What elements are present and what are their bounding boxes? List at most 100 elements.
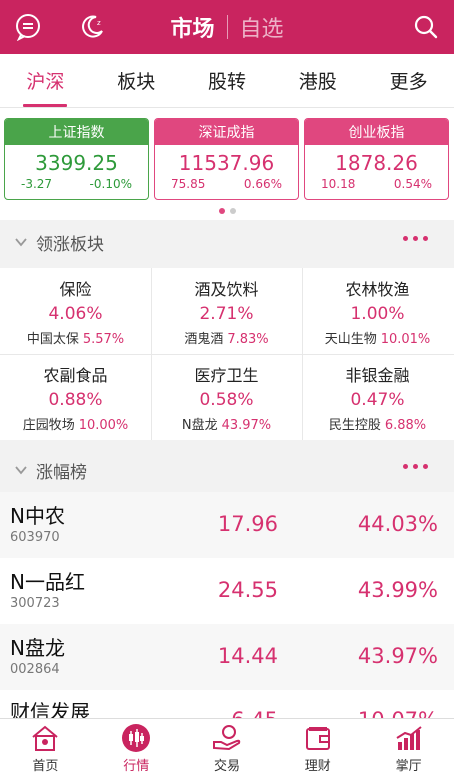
sector-pct: 2.71% [199,304,254,324]
sector-grid: 保险 4.06% 中国太保 5.57% 酒及饮料 2.71% 酒鬼酒 7.83% 农… [0,268,454,440]
stock-pct: 43.97% [357,644,438,668]
stock-pct: 43.99% [357,578,438,602]
nav-label: 行情 [123,759,150,774]
watchlist-title[interactable]: 自选 [228,11,296,43]
lead-stock: 中国太保 [26,332,79,347]
stock-price: 6.45 [231,708,278,718]
more-icon[interactable] [403,464,428,469]
sector-cell[interactable]: 农林牧渔 1.00% 天山生物 10.01% [302,268,453,352]
sector-pct: 0.88% [48,390,103,410]
tab-hk[interactable]: 港股 [272,54,363,107]
market-tabs: 沪深 板块 股转 港股 更多 [0,54,454,108]
index-value: 3399.25 [35,151,118,175]
table-row[interactable]: 财信发展 6.45 10.07% [0,688,454,718]
sector-pct: 0.47% [350,390,405,410]
home-icon [28,723,62,753]
index-card-shenzhen[interactable]: 深证成指 11537.96 75.85 0.66% [154,118,299,200]
lead-stock: 民生控股 [328,418,381,433]
nav-label: 交易 [213,759,240,774]
index-change: 75.85 [171,177,206,191]
market-title[interactable]: 市场 [158,11,226,43]
stock-code: 603970 [10,530,60,545]
stock-name: 财信发展 [10,700,90,718]
nav-market[interactable]: 行情 [91,719,182,776]
sector-cell[interactable]: 农副食品 0.88% 庄园牧场 10.00% [0,354,151,438]
nav-finance[interactable]: 理财 [272,719,363,776]
gainers-list: N中农 603970 17.96 44.03% N一品红 300723 24.5… [0,492,454,718]
index-pct: 0.66% [243,177,282,191]
nav-home[interactable]: 首页 [0,719,91,776]
more-icon[interactable] [403,236,428,241]
tab-neeq[interactable]: 股转 [182,54,273,107]
lead-stock-pct: 7.83% [227,332,269,347]
index-name: 深证成指 [155,119,298,145]
nav-trade[interactable]: 交易 [182,719,273,776]
section-title: 领涨板块 [36,234,104,255]
chart-growth-icon [392,723,426,753]
section-title: 涨幅榜 [36,462,87,483]
top-app-bar: z 市场 自选 [0,0,454,54]
sector-pct: 0.58% [199,390,254,410]
nav-label: 掌厅 [395,759,422,774]
sector-name: 农林牧渔 [345,280,410,299]
lead-stock-pct: 43.97% [221,418,272,433]
lead-stock-pct: 10.01% [380,332,431,347]
tab-hushen[interactable]: 沪深 [0,54,91,107]
lead-stock-pct: 5.57% [82,332,125,347]
table-row[interactable]: N一品红 300723 24.55 43.99% [0,558,454,624]
bottom-nav: 首页 行情 交易 理财 掌厅 [0,718,454,776]
nav-label: 首页 [32,759,59,774]
stock-price: 14.44 [217,644,278,668]
stock-price: 17.96 [217,512,278,536]
lead-stock-pct: 10.00% [78,418,129,433]
table-row[interactable]: N中农 603970 17.96 44.03% [0,492,454,558]
section-header-sectors[interactable]: 领涨板块 [0,220,454,264]
stock-name: N中农 [10,504,65,528]
carousel-dot [229,208,236,214]
index-change: 10.18 [321,177,356,191]
search-icon[interactable] [410,11,442,43]
index-card-shanghai[interactable]: 上证指数 3399.25 -3.27 -0.10% [4,118,149,200]
carousel-dot-active [218,208,225,214]
stock-code: 002864 [10,662,60,677]
index-value: 11537.96 [178,151,275,175]
sector-name: 农副食品 [43,366,108,385]
sector-pct: 1.00% [350,304,405,324]
index-cards: 上证指数 3399.25 -3.27 -0.10% 深证成指 11537.96 … [0,108,454,220]
wallet-icon [301,723,335,753]
chevron-down-icon [15,466,27,475]
index-name: 创业板指 [305,119,448,145]
header-title-switch: 市场 自选 [0,11,454,43]
trade-icon [210,723,244,753]
sector-cell[interactable]: 非银金融 0.47% 民生控股 6.88% [302,354,453,438]
sector-name: 医疗卫生 [194,366,259,385]
stock-name: N盘龙 [10,636,65,660]
grid-divider [0,354,454,355]
sector-name: 酒及饮料 [194,280,259,299]
tab-sector[interactable]: 板块 [91,54,182,107]
lead-stock: N盘龙 [181,418,218,433]
tab-more[interactable]: 更多 [363,54,454,107]
lead-stock: 酒鬼酒 [184,332,224,347]
section-header-gainers[interactable]: 涨幅榜 [0,448,454,492]
lead-stock-pct: 6.88% [384,418,427,433]
sector-cell[interactable]: 保险 4.06% 中国太保 5.57% [0,268,151,352]
stock-price: 24.55 [217,578,278,602]
carousel-indicator [0,208,454,214]
stock-name: N一品红 [10,570,85,594]
stock-code: 300723 [10,596,60,611]
sector-pct: 4.06% [48,304,103,324]
sector-cell[interactable]: 医疗卫生 0.58% N盘龙 43.97% [151,354,302,438]
index-card-chinext[interactable]: 创业板指 1878.26 10.18 0.54% [304,118,449,200]
stock-pct: 44.03% [357,512,438,536]
index-change: -3.27 [21,177,53,191]
sector-name: 保险 [59,280,92,299]
nav-label: 理财 [304,759,331,774]
nav-hall[interactable]: 掌厅 [363,719,454,776]
sector-cell[interactable]: 酒及饮料 2.71% 酒鬼酒 7.83% [151,268,302,352]
index-value: 1878.26 [335,151,418,175]
table-row[interactable]: N盘龙 002864 14.44 43.97% [0,624,454,690]
sector-name: 非银金融 [345,366,410,385]
lead-stock: 天山生物 [324,332,377,347]
index-pct: -0.10% [89,177,132,191]
